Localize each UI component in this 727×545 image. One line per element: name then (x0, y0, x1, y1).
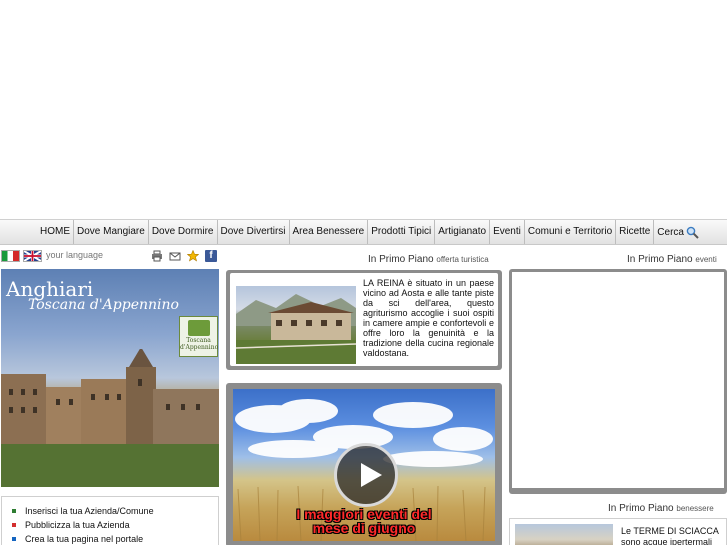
email-icon[interactable] (169, 250, 181, 262)
link-crea-pagina[interactable]: Crea la tua pagina nel portale (12, 532, 218, 545)
main-nav: HOME Dove Mangiare Dove Dormire Dove Div… (37, 220, 702, 244)
nav-search-label: Cerca (657, 226, 684, 238)
main-navbar: HOME Dove Mangiare Dove Dormire Dove Div… (0, 219, 727, 245)
logo-text: Toscana d'Appennino (180, 337, 219, 351)
bullet-icon (12, 537, 16, 541)
bullet-icon (12, 509, 16, 513)
terme-sciacca-photo[interactable] (515, 524, 613, 545)
town-illustration (1, 349, 219, 487)
video-card: I maggiori eventi del mese di giugno (226, 383, 502, 545)
benessere-section-header: In Primo Piano benessere (608, 503, 714, 514)
business-links: Inserisci la tua Azienda/Comune Pubblici… (1, 496, 219, 545)
events-panel-content (512, 272, 724, 488)
english-flag-icon[interactable] (23, 250, 42, 262)
wellness-card[interactable]: Le TERME DI SCIACCA sono acque iperterma… (509, 518, 727, 545)
facebook-icon[interactable]: f (205, 250, 217, 262)
eventi-section-title: In Primo Piano (627, 254, 693, 265)
link-pubblicizza-azienda[interactable]: Pubblicizza la tua Azienda (12, 518, 218, 532)
offerta-section-title: In Primo Piano (368, 254, 434, 265)
italian-flag-icon[interactable] (1, 250, 20, 262)
nav-ricette[interactable]: Ricette (616, 220, 655, 244)
link-label: Crea la tua pagina nel portale (25, 534, 144, 544)
events-panel (509, 269, 727, 494)
search-icon[interactable] (686, 226, 699, 239)
events-video[interactable]: I maggiori eventi del mese di giugno (233, 389, 495, 541)
nav-artigianato[interactable]: Artigianato (435, 220, 491, 244)
video-title-line1: I maggiori eventi del (296, 506, 432, 522)
eventi-section-header: In Primo Piano eventi (627, 254, 717, 265)
benessere-section-sub: benessere (676, 504, 714, 513)
nav-home[interactable]: HOME (37, 220, 74, 244)
wellness-description: Le TERME DI SCIACCA sono acque iperterma… (621, 526, 719, 545)
link-label: Pubblicizza la tua Azienda (25, 520, 130, 530)
video-title: I maggiori eventi del mese di giugno (233, 507, 495, 535)
la-reina-description: LA REINA è situato in un paese vicino ad… (363, 278, 494, 358)
favorite-star-icon[interactable] (186, 249, 200, 262)
anghiari-banner[interactable]: Anghiari Toscana d'Appennino Toscana d'A… (1, 269, 219, 487)
language-label[interactable]: your language (46, 250, 103, 260)
nav-eventi[interactable]: Eventi (490, 220, 525, 244)
nav-dove-mangiare[interactable]: Dove Mangiare (74, 220, 149, 244)
link-label: Inserisci la tua Azienda/Comune (25, 506, 154, 516)
nav-dove-dormire[interactable]: Dove Dormire (149, 220, 218, 244)
banner-subtitle: Toscana d'Appennino (28, 297, 179, 313)
logo-mark-icon (187, 320, 210, 336)
benessere-section-title: In Primo Piano (608, 503, 674, 514)
play-button-icon[interactable] (334, 443, 398, 507)
link-inserisci-azienda[interactable]: Inserisci la tua Azienda/Comune (12, 504, 218, 518)
video-title-line2: mese di giugno (312, 520, 416, 536)
offerta-section-header: In Primo Piano offerta turistica (368, 254, 489, 265)
nav-dove-divertirsi[interactable]: Dove Divertirsi (218, 220, 290, 244)
print-icon[interactable] (151, 250, 163, 262)
eventi-section-sub: eventi (695, 255, 717, 264)
la-reina-photo[interactable] (236, 286, 356, 364)
nav-search[interactable]: Cerca (654, 220, 702, 244)
offer-card[interactable]: LA REINA è situato in un paese vicino ad… (226, 270, 502, 370)
nav-comuni-territorio[interactable]: Comuni e Territorio (525, 220, 617, 244)
nav-prodotti-tipici[interactable]: Prodotti Tipici (368, 220, 436, 244)
bullet-icon (12, 523, 16, 527)
nav-area-benessere[interactable]: Area Benessere (290, 220, 369, 244)
toscana-appennino-logo: Toscana d'Appennino (179, 316, 218, 357)
offerta-section-sub: offerta turistica (436, 255, 489, 264)
page-tools: f (151, 249, 217, 262)
offer-card-inner: LA REINA è situato in un paese vicino ad… (230, 273, 498, 366)
